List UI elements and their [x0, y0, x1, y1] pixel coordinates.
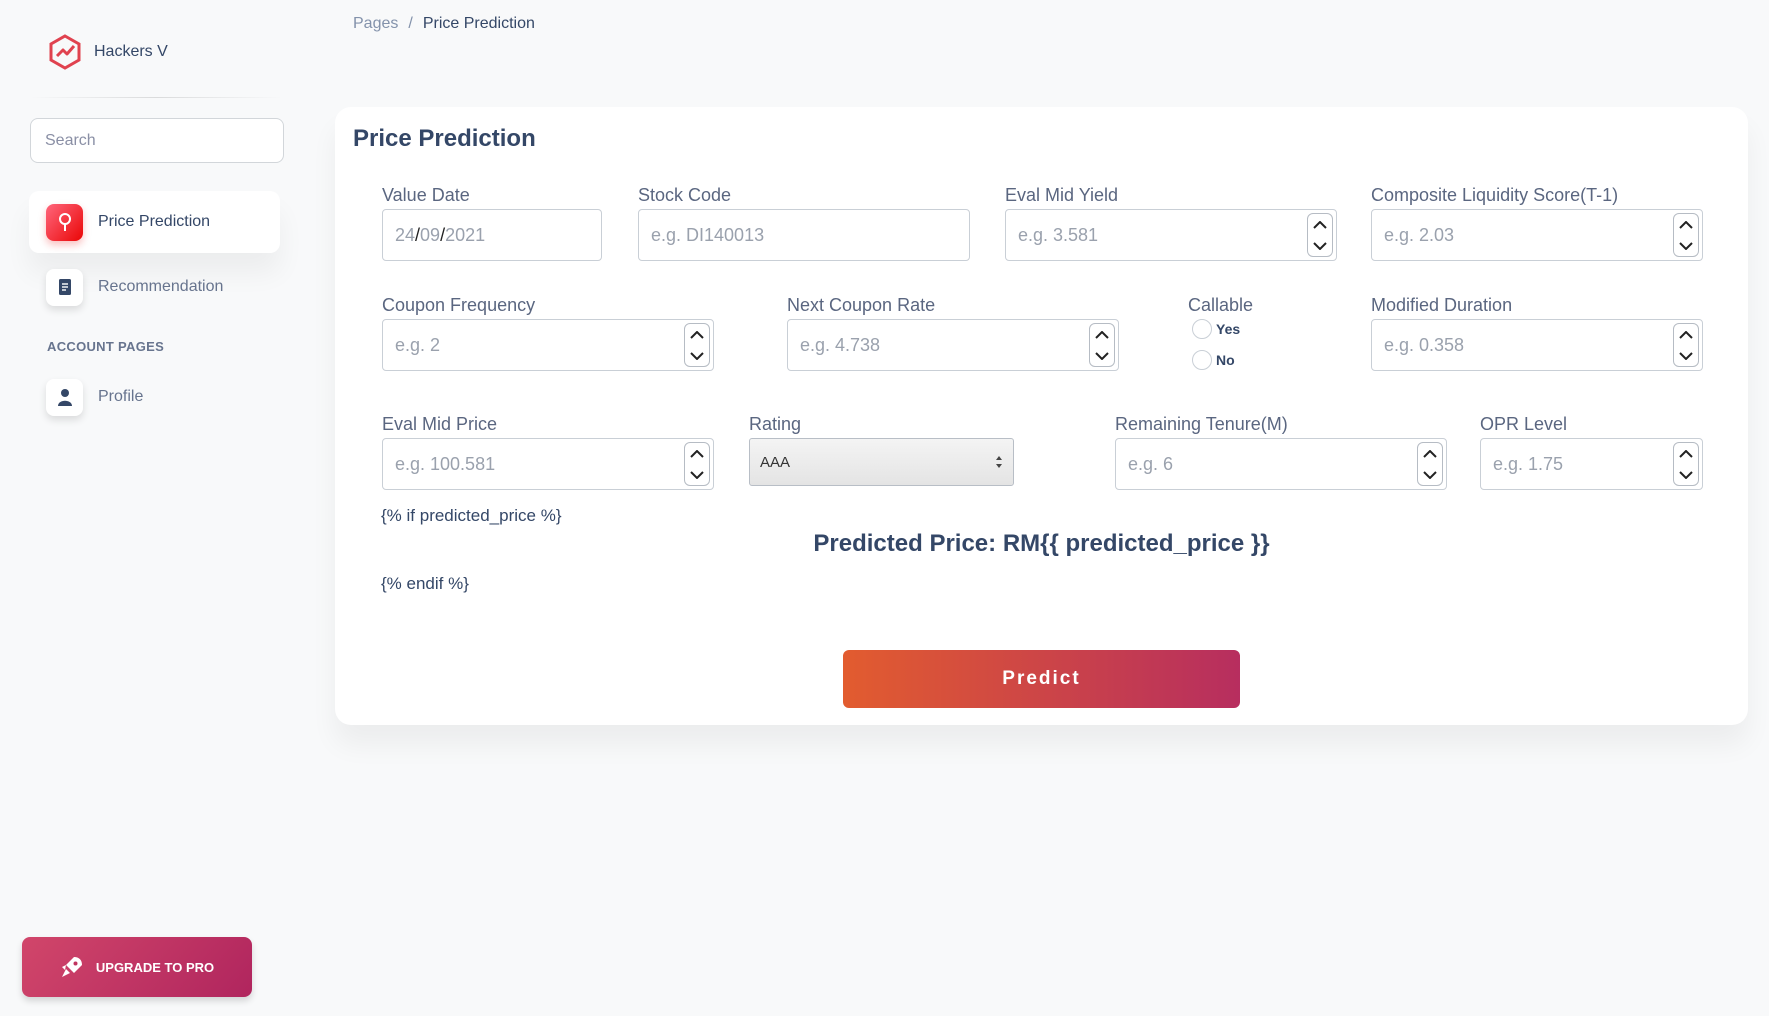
- sidebar-item-label: Price Prediction: [98, 213, 211, 230]
- template-endif-text: {% endif %}: [381, 574, 469, 593]
- date-month: 09: [420, 224, 441, 245]
- chevron-up-icon[interactable]: [1679, 449, 1693, 458]
- number-stepper[interactable]: [1673, 323, 1699, 367]
- chevron-up-icon[interactable]: [1423, 449, 1437, 458]
- rating-select[interactable]: AAA: [749, 438, 1014, 486]
- chevron-up-icon[interactable]: [690, 449, 704, 458]
- stock-code-input[interactable]: e.g. DI140013: [638, 209, 970, 261]
- radio-circle[interactable]: [1192, 350, 1212, 370]
- sidebar-item-profile[interactable]: Profile: [29, 366, 280, 428]
- chevron-up-icon[interactable]: [1313, 220, 1327, 229]
- chevron-down-icon[interactable]: [1679, 241, 1693, 250]
- chevron-up-icon[interactable]: [1679, 220, 1693, 229]
- remaining-tenure-input[interactable]: e.g. 6: [1115, 438, 1447, 490]
- chevron-down-icon[interactable]: [690, 470, 704, 479]
- breadcrumb: Pages / Price Prediction: [353, 15, 535, 33]
- date-year: 2021: [445, 224, 486, 245]
- next-coupon-rate-placeholder: e.g. 4.738: [800, 334, 881, 355]
- prediction-card: Price Prediction Value Date 24/09/2021 S…: [335, 107, 1748, 725]
- brand[interactable]: Hackers V: [48, 34, 168, 70]
- chevron-down-icon[interactable]: [1679, 351, 1693, 360]
- chevron-down-icon[interactable]: [1423, 470, 1437, 479]
- opr-level-placeholder: e.g. 1.75: [1493, 453, 1564, 474]
- brand-name: Hackers V: [94, 43, 168, 60]
- eval-mid-yield-placeholder: e.g. 3.581: [1018, 224, 1099, 245]
- logo-icon: [49, 34, 81, 70]
- eval-mid-price-label: Eval Mid Price: [382, 414, 498, 434]
- number-stepper[interactable]: [684, 442, 710, 486]
- eval-mid-price-placeholder: e.g. 100.581: [395, 453, 496, 474]
- coupon-frequency-input[interactable]: e.g. 2: [382, 319, 714, 371]
- predicted-price-text: Predicted Price: RM{{ predicted_price }}: [813, 530, 1270, 557]
- upgrade-button[interactable]: UPGRADE TO PRO: [22, 937, 252, 997]
- number-stepper[interactable]: [1089, 323, 1115, 367]
- predict-button[interactable]: Predict: [843, 650, 1240, 708]
- upgrade-label: UPGRADE TO PRO: [95, 959, 215, 975]
- map-pin-icon: [46, 203, 83, 241]
- callable-yes-radio[interactable]: Yes: [1192, 319, 1240, 339]
- composite-liquidity-placeholder: e.g. 2.03: [1384, 224, 1455, 245]
- chevron-down-icon[interactable]: [1313, 241, 1327, 250]
- opr-level-label: OPR Level: [1480, 414, 1568, 434]
- breadcrumb-current: Price Prediction: [422, 15, 535, 32]
- stock-code-placeholder: e.g. DI140013: [651, 224, 765, 245]
- modified-duration-placeholder: e.g. 0.358: [1384, 334, 1465, 355]
- radio-label: No: [1216, 352, 1235, 368]
- modified-duration-label: Modified Duration: [1371, 295, 1513, 315]
- coupon-frequency-label: Coupon Frequency: [382, 295, 536, 315]
- page-title: Price Prediction: [353, 125, 536, 152]
- opr-level-input[interactable]: e.g. 1.75: [1480, 438, 1703, 490]
- chevron-up-icon[interactable]: [1679, 330, 1693, 339]
- chevron-down-icon[interactable]: [690, 351, 704, 360]
- number-stepper[interactable]: [1673, 442, 1699, 486]
- search-input[interactable]: [30, 118, 284, 163]
- number-stepper[interactable]: [1417, 442, 1443, 486]
- composite-liquidity-label: Composite Liquidity Score(T-1): [1371, 185, 1619, 205]
- breadcrumb-separator: /: [408, 15, 413, 32]
- number-stepper[interactable]: [684, 323, 710, 367]
- chevron-down-icon[interactable]: [1095, 351, 1109, 360]
- remaining-tenure-placeholder: e.g. 6: [1128, 453, 1174, 474]
- sidebar-item-label: Profile: [98, 388, 144, 405]
- sidebar-item-recommendation[interactable]: Recommendation: [29, 256, 280, 318]
- radio-circle[interactable]: [1192, 319, 1212, 339]
- chevron-up-icon[interactable]: [690, 330, 704, 339]
- sidebar-divider: [30, 97, 282, 98]
- rating-label: Rating: [749, 414, 802, 434]
- remaining-tenure-label: Remaining Tenure(M): [1115, 414, 1288, 434]
- value-date-label: Value Date: [382, 185, 470, 205]
- date-day: 24: [395, 224, 416, 245]
- rating-selected: AAA: [760, 453, 791, 471]
- user-icon: [46, 378, 83, 416]
- section-title: ACCOUNT PAGES: [47, 339, 165, 354]
- value-date-input[interactable]: 24/09/2021: [382, 209, 602, 261]
- sidebar-item-price-prediction[interactable]: Price Prediction: [29, 191, 280, 253]
- clipboard-icon: [46, 268, 83, 306]
- eval-mid-yield-input[interactable]: e.g. 3.581: [1005, 209, 1337, 261]
- radio-label: Yes: [1216, 321, 1241, 337]
- chevron-down-icon[interactable]: [1679, 470, 1693, 479]
- next-coupon-rate-input[interactable]: e.g. 4.738: [787, 319, 1119, 371]
- number-stepper[interactable]: [1673, 213, 1699, 257]
- coupon-frequency-placeholder: e.g. 2: [395, 334, 441, 355]
- stock-code-label: Stock Code: [638, 185, 732, 205]
- breadcrumb-parent[interactable]: Pages: [353, 15, 398, 33]
- eval-mid-price-input[interactable]: e.g. 100.581: [382, 438, 714, 490]
- callable-no-radio[interactable]: No: [1192, 350, 1235, 370]
- select-arrows-icon: [996, 456, 1002, 468]
- sidebar-item-label: Recommendation: [98, 278, 224, 295]
- callable-label: Callable: [1188, 295, 1254, 315]
- number-stepper[interactable]: [1307, 213, 1333, 257]
- chevron-up-icon[interactable]: [1095, 330, 1109, 339]
- rocket-icon: [61, 957, 82, 977]
- next-coupon-rate-label: Next Coupon Rate: [787, 295, 936, 315]
- eval-mid-yield-label: Eval Mid Yield: [1005, 185, 1119, 205]
- template-if-text: {% if predicted_price %}: [381, 506, 562, 525]
- composite-liquidity-input[interactable]: e.g. 2.03: [1371, 209, 1703, 261]
- modified-duration-input[interactable]: e.g. 0.358: [1371, 319, 1703, 371]
